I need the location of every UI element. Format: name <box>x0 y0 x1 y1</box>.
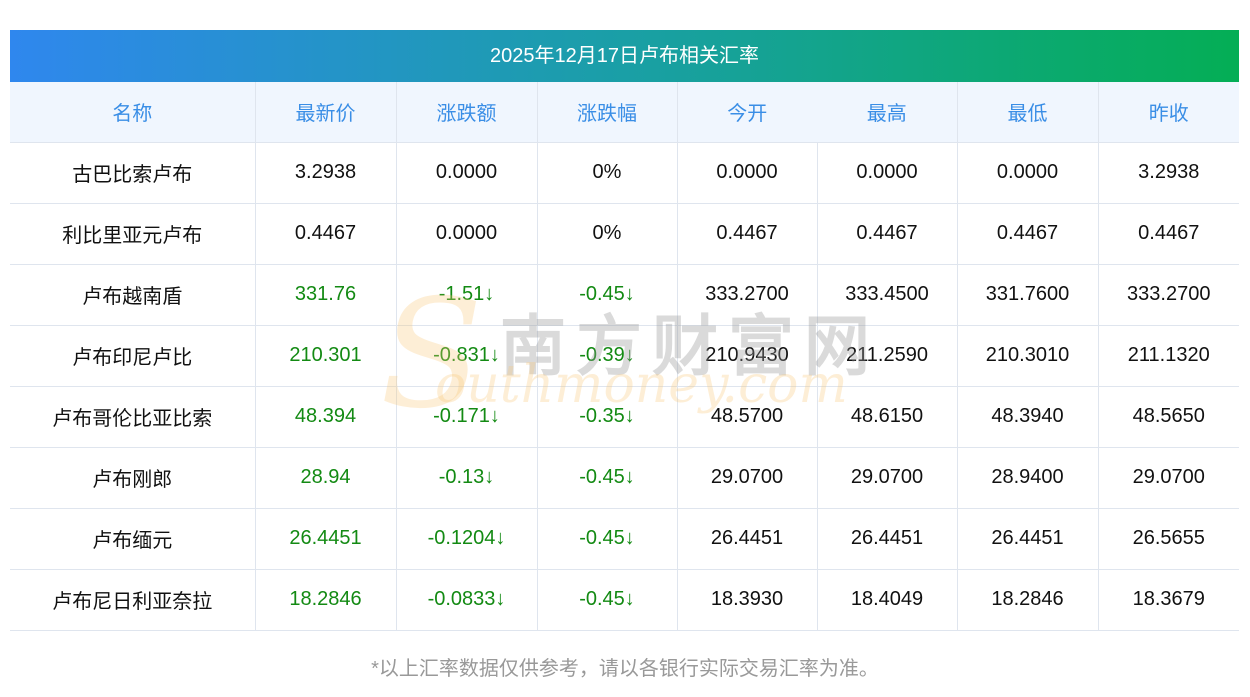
footnote: *以上汇率数据仅供参考，请以各银行实际交易汇率为准。 <box>371 658 879 680</box>
cell-name: 卢布越南盾 <box>10 264 255 326</box>
rate-table: 名称 最新价 涨跌额 涨跌幅 今开 最高 最低 昨收 古巴比索卢布 3.2938 0… <box>10 82 1239 631</box>
cell-name: 卢布缅元 <box>10 508 255 570</box>
cell-open: 0.4467 <box>676 203 817 265</box>
col-change: 涨跌额 <box>395 82 537 143</box>
table-row: 卢布缅元 26.4451 -0.1204↓ -0.45↓ 26.4451 26.4451 2… <box>10 508 1239 570</box>
cell-prev: 29.0700 <box>1097 447 1239 509</box>
cell-pct: -0.45↓ <box>536 508 677 570</box>
cell-prev: 26.5655 <box>1097 508 1239 570</box>
cell-change: -0.171↓ <box>395 386 537 448</box>
cell-open: 26.4451 <box>676 508 817 570</box>
col-low: 最低 <box>956 82 1098 143</box>
cell-pct: -0.45↓ <box>536 569 677 631</box>
cell-pct: 0% <box>536 203 677 265</box>
table-row: 卢布尼日利亚奈拉 18.2846 -0.0833↓ -0.45↓ 18.3930 18.4… <box>10 569 1239 631</box>
cell-high: 0.4467 <box>816 203 957 265</box>
cell-name: 利比里亚元卢布 <box>10 203 255 265</box>
cell-change: -0.0833↓ <box>395 569 537 631</box>
cell-low: 18.2846 <box>956 569 1098 631</box>
col-latest: 最新价 <box>254 82 396 143</box>
col-open: 今开 <box>676 82 817 143</box>
cell-latest: 18.2846 <box>254 569 396 631</box>
cell-open: 48.5700 <box>676 386 817 448</box>
cell-prev: 48.5650 <box>1097 386 1239 448</box>
cell-name: 卢布尼日利亚奈拉 <box>10 569 255 631</box>
table-row: 卢布哥伦比亚比索 48.394 -0.171↓ -0.35↓ 48.5700 48.615… <box>10 386 1239 448</box>
cell-prev: 18.3679 <box>1097 569 1239 631</box>
cell-pct: -0.45↓ <box>536 264 677 326</box>
cell-change: 0.0000 <box>395 142 537 204</box>
cell-low: 331.7600 <box>956 264 1098 326</box>
col-prev: 昨收 <box>1097 82 1239 143</box>
cell-high: 211.2590 <box>816 325 957 387</box>
cell-latest: 26.4451 <box>254 508 396 570</box>
col-pct: 涨跌幅 <box>536 82 677 143</box>
table-row: 古巴比索卢布 3.2938 0.0000 0% 0.0000 0.0000 0.0000 3.… <box>10 142 1239 204</box>
table-row: 利比里亚元卢布 0.4467 0.0000 0% 0.4467 0.4467 0.4467 0… <box>10 203 1239 265</box>
cell-pct: -0.45↓ <box>536 447 677 509</box>
cell-low: 28.9400 <box>956 447 1098 509</box>
cell-change: -0.1204↓ <box>395 508 537 570</box>
cell-high: 26.4451 <box>816 508 957 570</box>
cell-pct: -0.35↓ <box>536 386 677 448</box>
cell-change: 0.0000 <box>395 203 537 265</box>
cell-change: -1.51↓ <box>395 264 537 326</box>
cell-name: 卢布哥伦比亚比索 <box>10 386 255 448</box>
cell-open: 0.0000 <box>676 142 817 204</box>
cell-latest: 210.301 <box>254 325 396 387</box>
cell-high: 333.4500 <box>816 264 957 326</box>
column-header-row: 名称 最新价 涨跌额 涨跌幅 今开 最高 最低 昨收 <box>10 82 1239 143</box>
table-row: 卢布刚郎 28.94 -0.13↓ -0.45↓ 29.0700 29.0700 28.94… <box>10 447 1239 509</box>
table-title: 2025年12月17日卢布相关汇率 <box>10 30 1239 82</box>
cell-prev: 3.2938 <box>1097 142 1239 204</box>
col-name: 名称 <box>10 82 255 143</box>
table-row: 卢布印尼卢比 210.301 -0.831↓ -0.39↓ 210.9430 211.25… <box>10 325 1239 387</box>
cell-change: -0.13↓ <box>395 447 537 509</box>
cell-latest: 0.4467 <box>254 203 396 265</box>
cell-open: 29.0700 <box>676 447 817 509</box>
cell-name: 卢布刚郎 <box>10 447 255 509</box>
cell-open: 18.3930 <box>676 569 817 631</box>
cell-open: 210.9430 <box>676 325 817 387</box>
col-high: 最高 <box>817 82 957 143</box>
cell-low: 26.4451 <box>956 508 1098 570</box>
cell-name: 古巴比索卢布 <box>10 142 255 204</box>
cell-low: 48.3940 <box>956 386 1098 448</box>
cell-latest: 48.394 <box>254 386 396 448</box>
cell-name: 卢布印尼卢比 <box>10 325 255 387</box>
cell-latest: 331.76 <box>254 264 396 326</box>
rate-table-card: 2025年12月17日卢布相关汇率 名称 最新价 涨跌额 涨跌幅 今开 最高 最… <box>10 30 1239 631</box>
cell-pct: 0% <box>536 142 677 204</box>
cell-high: 18.4049 <box>816 569 957 631</box>
cell-latest: 28.94 <box>254 447 396 509</box>
cell-latest: 3.2938 <box>254 142 396 204</box>
cell-pct: -0.39↓ <box>536 325 677 387</box>
cell-open: 333.2700 <box>676 264 817 326</box>
cell-prev: 333.2700 <box>1097 264 1239 326</box>
cell-low: 210.3010 <box>956 325 1098 387</box>
cell-high: 48.6150 <box>816 386 957 448</box>
cell-low: 0.4467 <box>956 203 1098 265</box>
cell-low: 0.0000 <box>956 142 1098 204</box>
cell-change: -0.831↓ <box>395 325 537 387</box>
cell-prev: 0.4467 <box>1097 203 1239 265</box>
cell-high: 0.0000 <box>816 142 957 204</box>
cell-prev: 211.1320 <box>1097 325 1239 387</box>
table-row: 卢布越南盾 331.76 -1.51↓ -0.45↓ 333.2700 333.4500 3… <box>10 264 1239 326</box>
cell-high: 29.0700 <box>816 447 957 509</box>
